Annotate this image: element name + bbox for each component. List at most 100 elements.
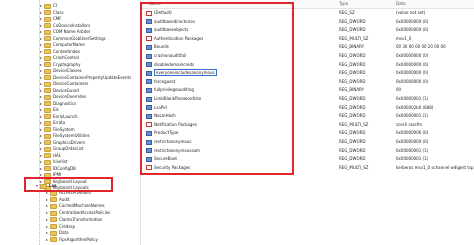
value-row[interactable]: SecureBoot REG_DWORD 0x00000001 (1) [141,155,474,163]
tree-item-label: FileSystem [53,126,75,132]
value-name-cell: (Default) [146,9,172,17]
value-type: REG_DWORD [339,18,366,24]
value-row[interactable]: (Default) REG_SZ (value not set) [141,9,474,17]
value-type: REG_DWORD [339,70,366,76]
tree-item-label: Credssp [59,223,76,229]
tree-item-label: ComputerName [53,42,85,47]
value-row[interactable]: NoLmHash REG_DWORD 0x00000001 (1) [141,112,474,120]
tree-item-label: CMF [53,16,62,21]
value-row[interactable]: LimitBlankPasswordUse REG_DWORD 0x00000001… [141,95,474,103]
value-name: restrictanonymous [154,139,192,144]
value-data: kerberos msv1_0 schannel wdigest tspkg p… [396,164,474,170]
tree-item-label: CommonGlobUserSettings [53,35,106,41]
value-type: REG_DWORD [339,104,366,110]
tree-item-label: CentralizedAccessPolicies [59,210,111,216]
binary-value-icon [146,62,152,68]
value-data: 00 30 00 00 00 20 00 00 [396,44,446,50]
value-type: REG_BINARY [339,44,365,50]
value-name-cell: SecureBoot [146,155,177,163]
header-type[interactable]: Type [339,0,348,8]
header-data[interactable]: Data [396,0,406,8]
value-name: LsaPid [154,104,167,110]
value-name-cell: Authentication Packages [146,35,203,43]
value-row[interactable]: auditbasedirectories REG_DWORD 0x00000000 … [141,18,474,26]
tree-item-label: DeviceContainerPropertyUpdateEvents [53,74,132,80]
value-row[interactable]: crashonauditfail REG_DWORD 0x00000000 (0) [141,52,474,60]
value-name-cell: restrictanonymoussam [146,147,200,155]
tree-item-label: DeviceOverrides [53,94,87,99]
tree-item-label: FileSystemUtilities [53,133,90,138]
value-data: 0x00000001 (1) [396,156,429,162]
tree-item-label: CachedMachineNames [59,203,105,209]
value-type: REG_DWORD [339,61,366,67]
value-row[interactable]: auditbaseobjects REG_DWORD 0x00000000 (0) [141,26,474,34]
value-data: (value not set) [396,10,426,15]
value-type: REG_DWORD [339,130,366,136]
value-row[interactable]: LsaPid REG_DWORD 0x000002b0 (688) [141,104,474,112]
value-name-cell: ProductType [146,129,178,137]
tree-item-label: ClaimsTransformation [59,216,103,222]
value-name-cell: auditbaseobjects [146,26,188,34]
value-data: 0x00000000 (0) [396,70,429,76]
tree-item-label: Lsa [49,183,57,188]
value-row[interactable]: forceguest REG_DWORD 0x00000000 (0) [141,78,474,86]
value-name: Authentication Packages [154,35,204,41]
registry-values-pane[interactable]: Name Type Data (Default) REG_SZ (value not… [141,0,474,245]
value-name: LimitBlankPasswordUse [154,96,202,101]
tree-item-label: hivelist [53,159,68,164]
value-row[interactable]: disabledomaincreds REG_DWORD 0x00000000 (0… [141,61,474,69]
value-name-cell: everyoneincludesanonymous [146,69,217,77]
tree-item-label: ContentIndex [53,48,80,54]
value-data: 0x00000001 (1) [396,113,429,119]
value-row[interactable]: Notification Packages REG_MULTI_SZ scecli … [141,121,474,129]
binary-value-icon [146,70,152,76]
value-data: 0x00000001 (1) [396,96,429,101]
value-type: REG_MULTI_SZ [339,35,369,41]
value-data: 0x000002b0 (688) [396,104,434,110]
tree-item-label: COM Name Arbiter [53,29,91,34]
tree-item-label: IPMI [53,172,62,177]
value-type: REG_DWORD [339,27,366,33]
value-name-cell: fullprivilegeauditing [146,86,194,94]
value-name-cell: forceguest [146,78,175,86]
value-data: 00 [396,87,402,93]
tree-item-label: Audit [59,196,70,202]
value-row[interactable]: fullprivilegeauditing REG_BINARY 00 [141,86,474,94]
binary-value-icon [146,53,152,59]
value-type: REG_DWORD [339,53,366,58]
value-data: 0x00000000 (0) [396,27,429,33]
value-data: scecli rassfm [396,121,423,127]
value-row[interactable]: restrictanonymous REG_DWORD 0x00000000 (0) [141,138,474,146]
tree-item-label: Errata [53,120,66,125]
value-row[interactable]: Authentication Packages REG_MULTI_SZ msv1_… [141,35,474,43]
tree-item-label: Keyboard Layout [53,178,87,184]
tree-child-item[interactable]: ▸ FipsAlgorithmPolicy [46,236,98,243]
value-name: Security Packages [154,164,191,170]
string-value-icon [146,36,152,42]
string-value-icon [146,122,152,128]
value-data: 0x00000000 (0) [396,139,429,144]
value-type: REG_MULTI_SZ [339,121,369,127]
value-type: REG_SZ [339,10,355,15]
value-name-cell: Security Packages [146,164,190,172]
value-name-cell: LsaPid [146,104,167,112]
value-row[interactable]: restrictanonymoussam REG_DWORD 0x00000001 … [141,147,474,155]
header-name[interactable]: Name [149,0,161,8]
tree-item-label: CoDeviceInstallers [53,22,91,28]
tree-item-label: DeviceGuard [53,87,79,93]
string-value-icon [146,165,152,171]
value-row[interactable]: Security Packages REG_MULTI_SZ kerberos ms… [141,164,474,172]
tree-item-label: CrashControl [53,55,79,60]
value-row[interactable]: Bounds REG_BINARY 00 30 00 00 00 20 00 00 [141,43,474,51]
value-name: SecureBoot [154,156,177,162]
value-row[interactable]: ProductType REG_DWORD 0x00000006 (6) [141,129,474,137]
value-data: msv1_0 [396,35,412,41]
value-name-cell: crashonauditfail [146,52,186,60]
column-header: Name Type Data [141,0,474,9]
tree-item-lsa[interactable]: ▾ Lsa [36,182,57,189]
registry-tree-pane[interactable]: ▸ CI ▸ Class ▸ CMF ▸ CoDeviceInstallers ▸ COM Nam… [0,0,140,245]
tree-item-label: DeviceContainers [53,81,89,86]
value-row[interactable]: everyoneincludesanonymous REG_DWORD 0x0000… [141,69,474,77]
binary-value-icon [146,44,152,50]
value-data: 0x00000000 (0) [396,61,429,67]
